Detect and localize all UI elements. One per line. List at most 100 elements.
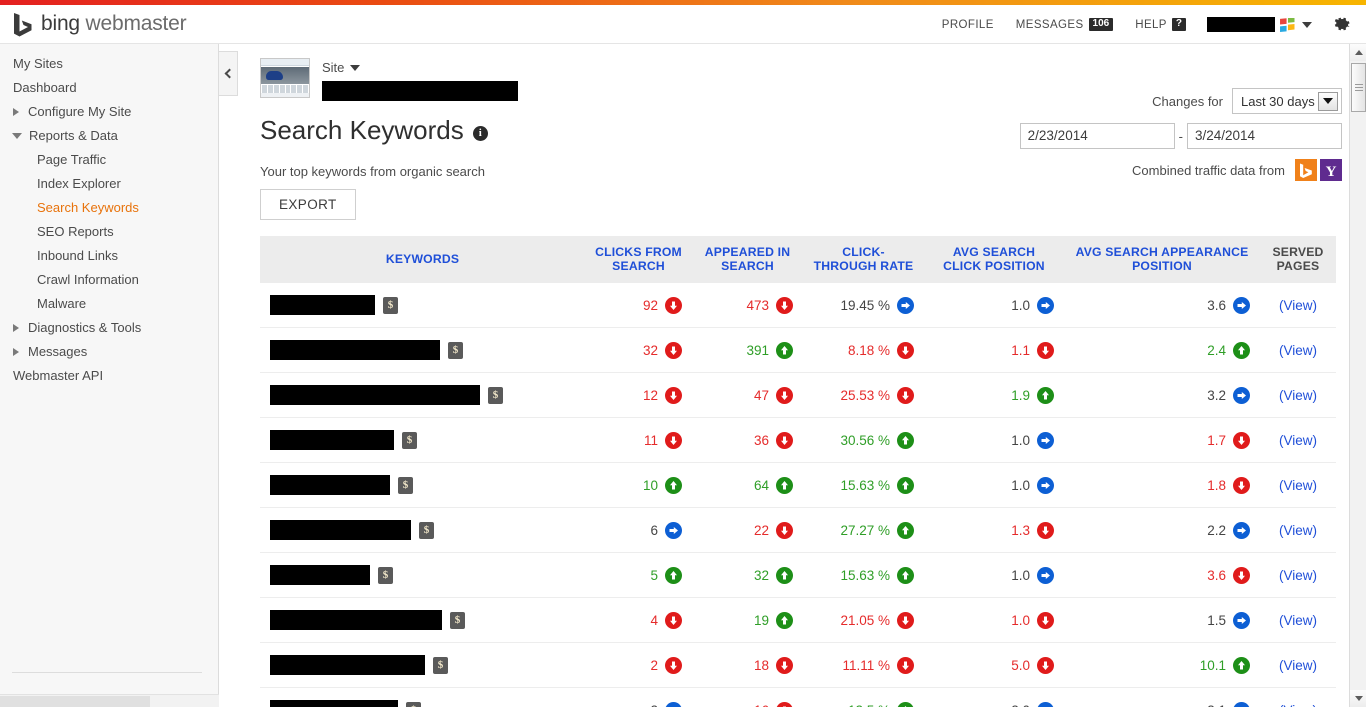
chevron-down-icon [350,65,360,71]
sidebar-item-configure-my-site[interactable]: Configure My Site [0,100,218,124]
column-header-avg-search-appearance-position[interactable]: AVG SEARCH APPEARANCE POSITION [1064,236,1260,283]
metric-value-with-trend: 2 [650,657,682,674]
paid-keyword-icon: $ [450,612,465,629]
sidebar-item-search-keywords[interactable]: Search Keywords [0,196,218,220]
date-from-input[interactable]: 2/23/2014 [1020,123,1175,149]
metric-value-with-trend: 64 [754,477,793,494]
sidebar-label: Page Traffic [37,152,106,167]
metric-cell: 473 [692,283,803,328]
view-served-pages-link[interactable]: (View) [1279,658,1317,673]
metric-value-with-trend: 1.0 [1011,612,1054,629]
date-to-input[interactable]: 3/24/2014 [1187,123,1342,149]
scroll-down-button[interactable] [1350,690,1366,707]
view-served-pages-link[interactable]: (View) [1279,388,1317,403]
brand-logo[interactable]: bing webmaster [10,11,186,37]
metric-value-with-trend: 1.0 [1011,297,1054,314]
sidebar-item-inbound-links[interactable]: Inbound Links [0,244,218,268]
metric-value-with-trend: 2.4 [1207,342,1250,359]
sidebar-item-seo-reports[interactable]: SEO Reports [0,220,218,244]
trend-up-icon [897,702,914,707]
metric-value: 1.7 [1207,433,1226,448]
scrollbar-thumb[interactable] [0,696,150,707]
trend-down-icon [665,612,682,629]
sidebar-item-webmaster-api[interactable]: Webmaster API [0,364,218,388]
help-link[interactable]: HELP ? [1124,18,1197,32]
view-served-pages-link[interactable]: (View) [1279,433,1317,448]
keyword-redacted [270,655,425,675]
column-header-keywords[interactable]: KEYWORDS [260,236,585,283]
trend-flat-icon [897,297,914,314]
sidebar-collapse-button[interactable] [219,51,238,96]
sidebar-item-my-sites[interactable]: My Sites [0,52,218,76]
view-served-pages-link[interactable]: (View) [1279,613,1317,628]
sidebar-horizontal-scrollbar[interactable] [0,694,219,707]
metric-value: 473 [746,298,769,313]
sidebar-nav: My Sites Dashboard Configure My Site Rep… [0,44,219,707]
date-separator: - [1179,129,1183,144]
messages-link[interactable]: MESSAGES 106 [1005,18,1124,32]
view-served-pages-link[interactable]: (View) [1279,478,1317,493]
metric-value: 22 [754,523,769,538]
scrollbar-thumb[interactable] [1351,63,1366,112]
table-body: $9247319.45 %1.03.6(View)$323918.18 %1.1… [260,283,1336,707]
sidebar-label: Webmaster API [13,368,103,383]
metric-value: 19 [754,613,769,628]
sidebar-item-messages[interactable]: Messages [0,340,218,364]
keyword-redacted [270,565,370,585]
metric-value: 8.18 % [848,343,890,358]
trend-down-icon [776,297,793,314]
column-header-clicks-from-search[interactable]: CLICKS FROM SEARCH [585,236,692,283]
profile-link[interactable]: PROFILE [931,19,1005,31]
page-vertical-scrollbar[interactable] [1349,44,1366,707]
sidebar-item-reports-and-data[interactable]: Reports & Data [0,124,218,148]
trend-up-icon [776,477,793,494]
metric-value-with-trend: 25.53 % [840,387,914,404]
metric-value-with-trend: 2.2 [1207,522,1250,539]
chevron-down-icon [1302,22,1312,28]
column-header-avg-search-click-position[interactable]: AVG SEARCH CLICK POSITION [924,236,1064,283]
grip-icon [1355,82,1363,93]
scroll-up-button[interactable] [1350,44,1366,61]
column-header-click-through-rate[interactable]: CLICK-THROUGH RATE [803,236,924,283]
chevron-down-icon [12,133,22,139]
column-header-appeared-in-search[interactable]: APPEARED IN SEARCH [692,236,803,283]
sidebar-item-malware[interactable]: Malware [0,292,218,316]
sidebar-item-diagnostics-and-tools[interactable]: Diagnostics & Tools [0,316,218,340]
metric-value: 5 [650,568,658,583]
served-pages-cell: (View) [1260,463,1336,508]
trend-down-icon [1037,612,1054,629]
brand-title: bing webmaster [41,12,186,36]
keyword-redacted [270,475,390,495]
metric-value: 64 [754,478,769,493]
view-served-pages-link[interactable]: (View) [1279,703,1317,707]
sidebar-item-dashboard[interactable]: Dashboard [0,76,218,100]
view-served-pages-link[interactable]: (View) [1279,568,1317,583]
metric-value: 2.4 [1207,343,1226,358]
sidebar-item-page-traffic[interactable]: Page Traffic [0,148,218,172]
metric-value-with-trend: 8.18 % [848,342,914,359]
metric-value-with-trend: 6 [650,522,682,539]
bing-logo-icon [10,11,36,37]
sidebar-label: Malware [37,296,86,311]
metric-cell: 92 [585,283,692,328]
view-served-pages-link[interactable]: (View) [1279,298,1317,313]
metric-cell: 1.5 [1064,598,1260,643]
metric-cell: 2.2 [1064,508,1260,553]
sidebar-item-index-explorer[interactable]: Index Explorer [0,172,218,196]
export-button[interactable]: EXPORT [260,189,356,220]
chevron-down-icon[interactable] [1318,92,1338,111]
trend-flat-icon [1037,702,1054,707]
sidebar-item-crawl-information[interactable]: Crawl Information [0,268,218,292]
user-menu[interactable] [1197,17,1318,32]
triangle-up-icon [1355,50,1363,55]
profile-label: PROFILE [942,19,994,31]
site-selector[interactable]: Site [322,60,518,75]
traffic-sources-label: Combined traffic data from [1132,163,1285,178]
metric-value: 1.8 [1207,478,1226,493]
metric-cell: 3.1 [1064,688,1260,707]
info-icon[interactable]: i [473,126,488,141]
settings-button[interactable] [1318,15,1356,35]
view-served-pages-link[interactable]: (View) [1279,343,1317,358]
view-served-pages-link[interactable]: (View) [1279,523,1317,538]
date-range-select[interactable]: Last 30 days [1232,88,1342,114]
